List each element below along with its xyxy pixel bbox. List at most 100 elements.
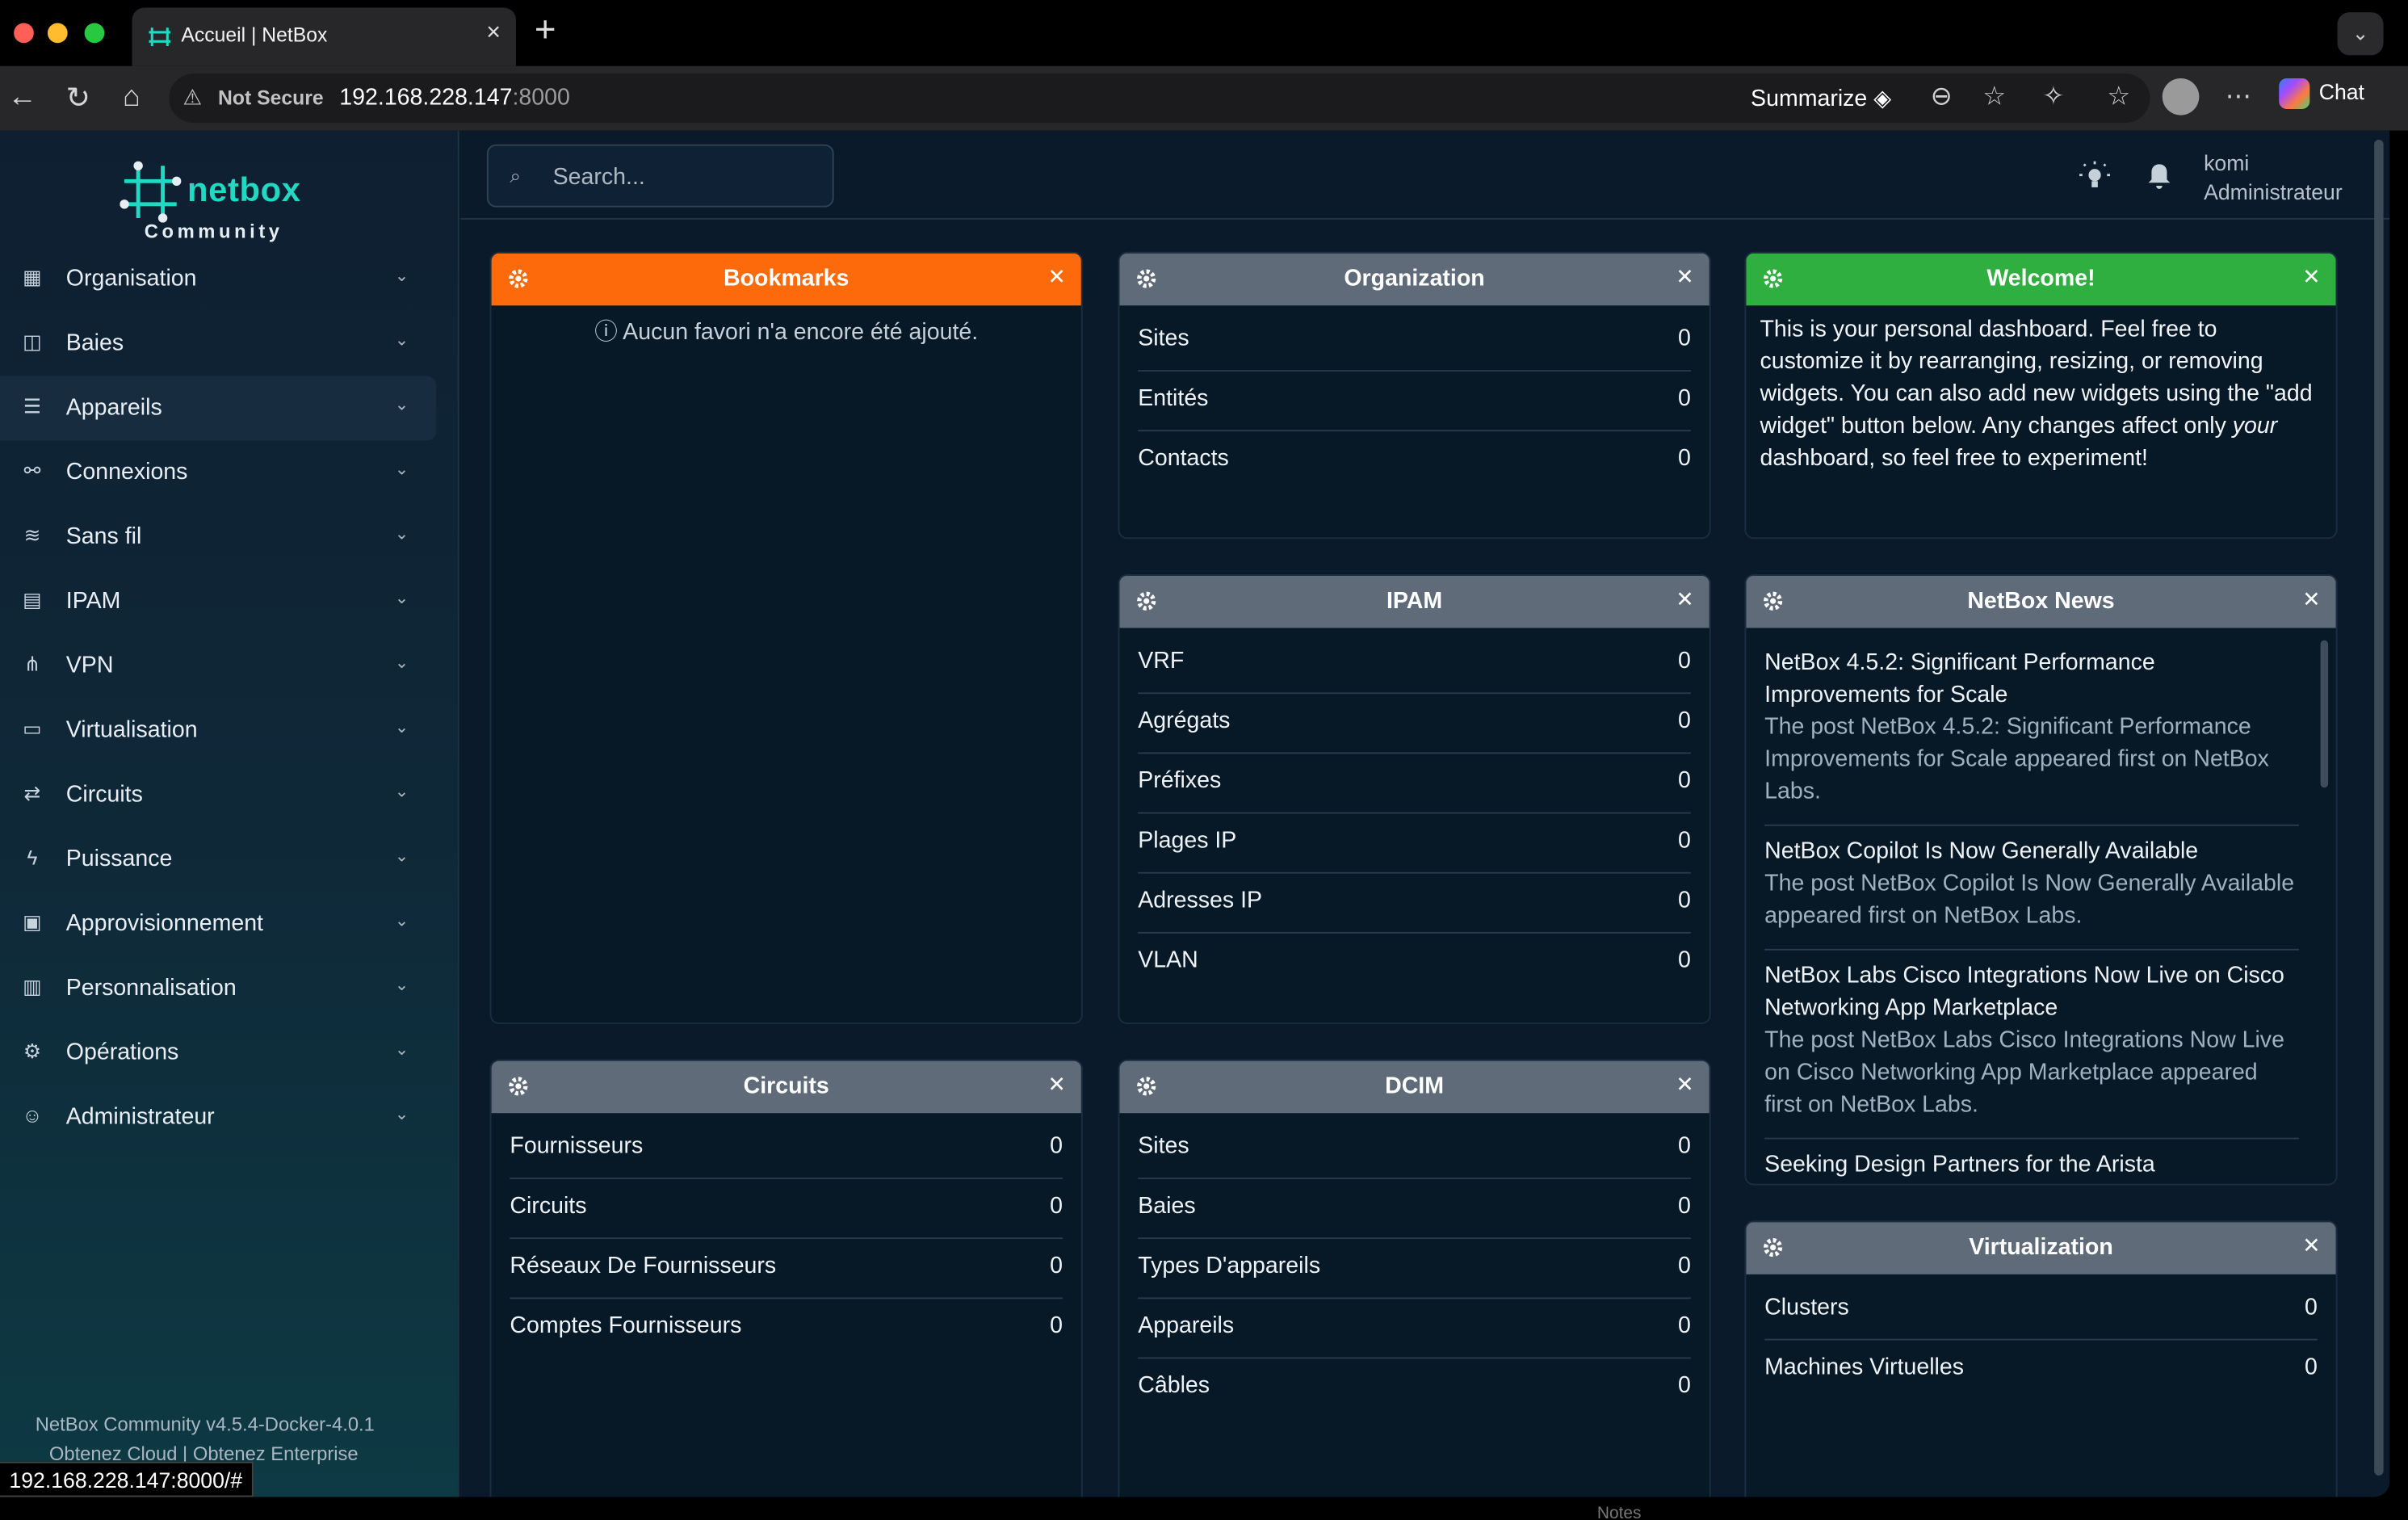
- stat-row[interactable]: Réseaux De Fournisseurs 0: [510, 1239, 1063, 1300]
- stat-label[interactable]: Câbles: [1138, 1372, 1210, 1398]
- stat-label[interactable]: VLAN: [1138, 947, 1198, 973]
- news-item[interactable]: NetBox 4.5.2: Significant Performance Im…: [1764, 646, 2299, 826]
- sidebar-item[interactable]: ≋ Sans fil ⌄: [0, 505, 436, 569]
- stat-label[interactable]: Appareils: [1138, 1312, 1234, 1338]
- stat-label[interactable]: Clusters: [1764, 1295, 1849, 1321]
- url-text[interactable]: 192.168.228.147:8000: [339, 85, 570, 111]
- stat-row[interactable]: Préfixes 0: [1138, 754, 1691, 814]
- stat-label[interactable]: Adresses IP: [1138, 888, 1262, 913]
- sidebar-item[interactable]: ⇄ Circuits ⌄: [0, 763, 436, 828]
- stat-row[interactable]: VLAN 0: [1138, 934, 1691, 993]
- stat-row[interactable]: Circuits 0: [510, 1179, 1063, 1240]
- stat-row[interactable]: Comptes Fournisseurs 0: [510, 1299, 1063, 1358]
- stat-label[interactable]: VRF: [1138, 648, 1184, 674]
- widget-header[interactable]: IPAM ✕: [1119, 575, 1710, 628]
- news-title[interactable]: Seeking Design Partners for the Arista: [1764, 1148, 2299, 1181]
- stat-row[interactable]: Câbles 0: [1138, 1358, 1691, 1418]
- reader-icon[interactable]: ⊖: [1931, 82, 1953, 112]
- sidebar-item[interactable]: ▥ Personnalisation ⌄: [0, 956, 436, 1021]
- stat-row[interactable]: Agrégats 0: [1138, 694, 1691, 754]
- extensions-icon[interactable]: ✧: [2042, 82, 2064, 112]
- not-secure-label[interactable]: Not Secure: [218, 86, 324, 109]
- news-scrollbar[interactable]: [2320, 640, 2329, 788]
- stat-row[interactable]: Clusters 0: [1764, 1280, 2318, 1341]
- close-icon[interactable]: ✕: [1676, 1072, 1693, 1098]
- close-icon[interactable]: ✕: [1048, 1072, 1066, 1098]
- stat-label[interactable]: Fournisseurs: [510, 1133, 643, 1159]
- stat-label[interactable]: Agrégats: [1138, 708, 1230, 733]
- stat-row[interactable]: Adresses IP 0: [1138, 874, 1691, 934]
- sidebar-item[interactable]: ϟ Puissance ⌄: [0, 828, 436, 892]
- sidebar-item[interactable]: ▤ IPAM ⌄: [0, 569, 436, 634]
- profile-avatar-icon[interactable]: [2162, 78, 2200, 115]
- close-icon[interactable]: ✕: [2302, 1233, 2320, 1259]
- news-title[interactable]: NetBox Labs Cisco Integrations Now Live …: [1764, 959, 2299, 1024]
- stat-label[interactable]: Sites: [1138, 1133, 1189, 1159]
- stat-row[interactable]: Plages IP 0: [1138, 814, 1691, 874]
- widget-header[interactable]: Bookmarks ✕: [491, 253, 1081, 306]
- stat-label[interactable]: Baies: [1138, 1193, 1195, 1219]
- sidebar-item[interactable]: ⋔ VPN ⌄: [0, 634, 436, 699]
- sidebar-item[interactable]: ▦ Organisation ⌄: [0, 247, 436, 312]
- back-arrow-icon[interactable]: ←: [8, 82, 37, 115]
- widget-header[interactable]: NetBox News ✕: [1746, 575, 2336, 628]
- news-item[interactable]: NetBox Labs Cisco Integrations Now Live …: [1764, 959, 2299, 1140]
- stat-label[interactable]: Plages IP: [1138, 828, 1236, 854]
- close-window-button[interactable]: [14, 23, 34, 44]
- summarize-button[interactable]: Summarize ◈: [1751, 85, 1891, 111]
- favorite-star-icon[interactable]: ☆: [1982, 82, 2006, 112]
- widget-header[interactable]: Organization ✕: [1119, 253, 1710, 306]
- sidebar-item[interactable]: ☰ Appareils ⌄: [0, 376, 437, 441]
- sidebar-item[interactable]: ⚙ Opérations ⌄: [0, 1021, 436, 1085]
- stat-label[interactable]: Types D'appareils: [1138, 1253, 1320, 1279]
- news-title[interactable]: NetBox 4.5.2: Significant Performance Im…: [1764, 646, 2299, 711]
- sidebar-item[interactable]: ▣ Approvisionnement ⌄: [0, 892, 436, 956]
- stat-label[interactable]: Contacts: [1138, 445, 1229, 471]
- theme-toggle-lightbulb-icon[interactable]: [2079, 161, 2111, 192]
- sidebar-item[interactable]: ☺ Administrateur ⌄: [0, 1085, 436, 1150]
- user-menu[interactable]: komi Administrateur: [2204, 149, 2343, 207]
- stat-label[interactable]: Entités: [1138, 385, 1208, 411]
- close-tab-icon[interactable]: ×: [486, 20, 501, 48]
- stat-label[interactable]: Réseaux De Fournisseurs: [510, 1253, 776, 1279]
- home-icon[interactable]: ⌂: [123, 82, 141, 115]
- stat-row[interactable]: Sites 0: [1138, 1119, 1691, 1179]
- widget-header[interactable]: Virtualization ✕: [1746, 1222, 2336, 1274]
- stat-row[interactable]: Machines Virtuelles 0: [1764, 1341, 2318, 1400]
- stat-row[interactable]: Appareils 0: [1138, 1299, 1691, 1359]
- more-options-icon[interactable]: ⋯: [2226, 82, 2251, 112]
- widget-header[interactable]: Welcome! ✕: [1746, 253, 2336, 306]
- minimize-window-button[interactable]: [47, 23, 68, 44]
- stat-label[interactable]: Machines Virtuelles: [1764, 1354, 1964, 1380]
- stat-row[interactable]: VRF 0: [1138, 634, 1691, 695]
- stat-label[interactable]: Comptes Fournisseurs: [510, 1312, 741, 1338]
- stat-row[interactable]: Sites 0: [1138, 312, 1691, 372]
- close-icon[interactable]: ✕: [1048, 264, 1066, 290]
- stat-row[interactable]: Entités 0: [1138, 372, 1691, 432]
- maximize-window-button[interactable]: [84, 23, 105, 44]
- stat-row[interactable]: Fournisseurs 0: [510, 1119, 1063, 1179]
- sidebar-item[interactable]: ⚯ Connexions ⌄: [0, 441, 436, 506]
- sidebar-item[interactable]: ▭ Virtualisation ⌄: [0, 699, 436, 763]
- stat-row[interactable]: Contacts 0: [1138, 431, 1691, 491]
- news-item[interactable]: Seeking Design Partners for the Arista: [1764, 1148, 2299, 1184]
- notifications-bell-icon[interactable]: [2144, 162, 2175, 192]
- search-input[interactable]: ⌕ Search...: [486, 144, 834, 208]
- page-scrollbar[interactable]: [2374, 139, 2384, 1476]
- widget-header[interactable]: Circuits ✕: [491, 1060, 1081, 1114]
- widget-header[interactable]: DCIM ✕: [1119, 1060, 1710, 1114]
- reload-icon[interactable]: ↻: [66, 82, 90, 117]
- sidebar-item[interactable]: ◫ Baies ⌄: [0, 312, 436, 376]
- stat-label[interactable]: Sites: [1138, 325, 1189, 351]
- close-icon[interactable]: ✕: [1676, 586, 1693, 612]
- favorites-list-icon[interactable]: ☆: [2107, 82, 2130, 112]
- stat-label[interactable]: Circuits: [510, 1193, 586, 1219]
- news-item[interactable]: NetBox Copilot Is Now Generally Availabl…: [1764, 835, 2299, 951]
- close-icon[interactable]: ✕: [2302, 586, 2320, 612]
- close-icon[interactable]: ✕: [1676, 264, 1693, 290]
- news-title[interactable]: NetBox Copilot Is Now Generally Availabl…: [1764, 835, 2299, 867]
- tab-menu-chevron-icon[interactable]: ⌄: [2337, 12, 2384, 56]
- chat-button[interactable]: Chat: [2279, 78, 2364, 109]
- stat-row[interactable]: Types D'appareils 0: [1138, 1239, 1691, 1300]
- stat-label[interactable]: Préfixes: [1138, 768, 1221, 794]
